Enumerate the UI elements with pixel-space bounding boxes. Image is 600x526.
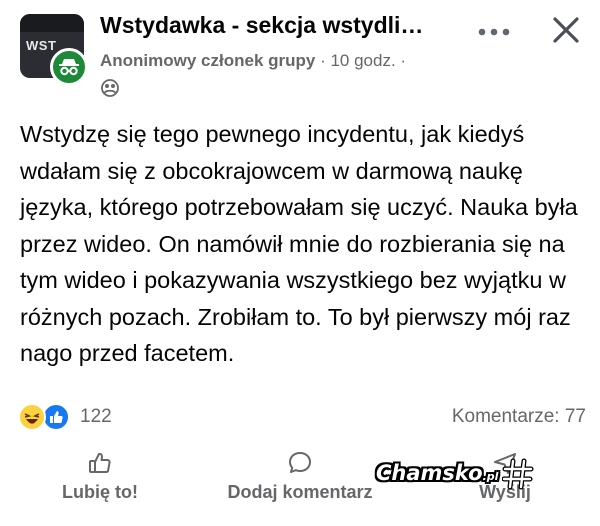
like-reaction-icon[interactable] (42, 403, 70, 431)
anonymous-member-avatar[interactable] (50, 48, 88, 86)
chamsko-watermark: Chamsko.pl (376, 458, 534, 494)
comments-count[interactable]: Komentarze: 77 (452, 406, 586, 428)
haha-face-icon (24, 413, 40, 424)
anonymous-spy-icon (59, 59, 79, 76)
comment-label: Dodaj komentarz (227, 482, 373, 502)
reactions-bar[interactable]: 122 Komentarze: 77 (16, 400, 586, 434)
meta-trailing-dot: · (395, 51, 407, 70)
avatar-stack[interactable]: WST (20, 14, 90, 86)
thumbs-up-icon (89, 452, 111, 473)
author-name[interactable]: Anonimowy członek grupy (100, 51, 315, 70)
group-privacy-icon (101, 79, 119, 97)
like-button[interactable]: Lubię to! (50, 450, 150, 503)
post-time[interactable]: 10 godz. (330, 51, 395, 70)
comment-button[interactable]: Dodaj komentarz (210, 450, 390, 503)
meta-separator: · (315, 51, 331, 70)
like-label: Lubię to! (62, 482, 138, 502)
thumbs-up-small-icon (50, 411, 63, 423)
close-icon[interactable] (548, 12, 584, 48)
reaction-count[interactable]: 122 (80, 406, 112, 428)
group-avatar-text: WST (26, 38, 57, 53)
group-avatar-band (20, 14, 84, 32)
post-meta: Anonimowy członek grupy · 10 godz. · (100, 51, 406, 71)
post-header: WST Wstydawka - sekcja wstydli… Anonimow… (0, 0, 600, 110)
comment-bubble-icon (289, 452, 311, 473)
haha-reaction-icon[interactable] (18, 403, 46, 431)
more-options-icon[interactable] (474, 18, 514, 46)
watermark-suffix: .pl (482, 470, 499, 483)
group-title[interactable]: Wstydawka - sekcja wstydli… (100, 12, 460, 39)
watermark-text: Chamsko (376, 461, 483, 485)
watermark-hash-icon (501, 458, 534, 490)
post-body: Wstydzę się tego pewnego incydentu, jak … (20, 121, 578, 366)
